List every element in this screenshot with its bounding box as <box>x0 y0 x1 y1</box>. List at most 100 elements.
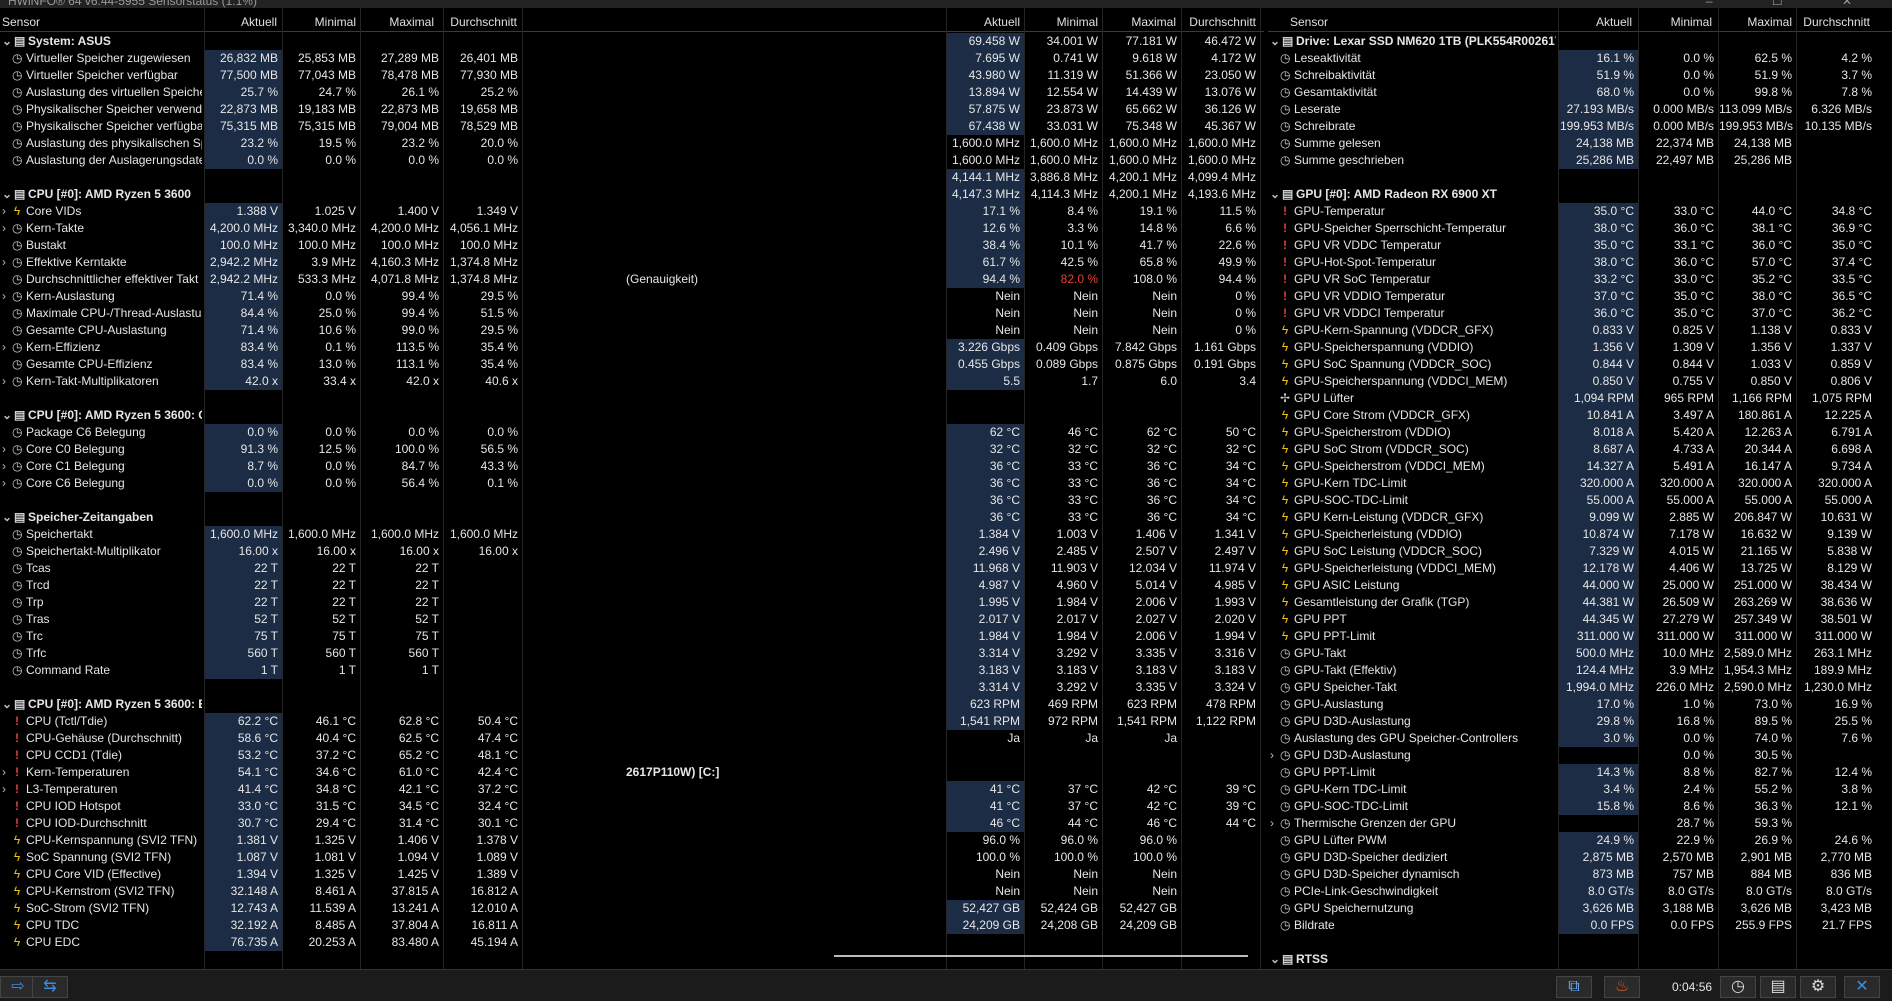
sensor-row[interactable]: ◷ Gesamte CPU-Effizienz 83.4 % 13.0 % 113.1 … <box>0 356 626 373</box>
col-max[interactable]: Maximal <box>1720 15 1792 29</box>
sensor-row[interactable]: 61.7 % 42.5 % 65.8 % 49.9 % <box>626 254 1264 271</box>
collapse-icon[interactable]: ⌄ <box>2 186 14 203</box>
sensor-group-header[interactable]: ⌄▤CPU [#0]: AMD Ryzen 5 3600: Enhanced <box>0 696 626 713</box>
sensor-row[interactable]: 38.4 % 10.1 % 41.7 % 22.6 % <box>626 237 1264 254</box>
col-current[interactable]: Aktuell <box>205 15 277 29</box>
sensor-row[interactable]: ◷ Package C6 Belegung 0.0 % 0.0 % 0.0 % 0.0 % <box>0 424 626 441</box>
collapse-icon[interactable]: ⌄ <box>1270 951 1282 968</box>
settings-gear-icon[interactable]: ⚙ <box>1800 976 1836 998</box>
sensor-row[interactable]: ◷ Tras 52 T 52 T 52 T <box>0 611 626 628</box>
sensor-row[interactable]: ◷ Durchschnittlicher effektiver Takt 2,942… <box>0 271 626 288</box>
sensor-row[interactable]: › ◷ Kern-Auslastung 71.4 % 0.0 % 99.4 % 29.5 % <box>0 288 626 305</box>
sensor-row[interactable]: ◷ GPU Speichernutzung 3,626 MB 3,188 MB 3,62… <box>1268 900 1892 917</box>
collapse-icon[interactable]: ⌄ <box>1270 186 1282 203</box>
sensor-row[interactable]: 36 °C 33 °C 36 °C 34 °C <box>626 458 1264 475</box>
sensor-row[interactable]: ! GPU-Temperatur 35.0 °C 33.0 °C 44.0 °C 34.8… <box>1268 203 1892 220</box>
sensor-row[interactable]: Nein Nein Nein <box>626 883 1264 900</box>
sensor-group-header[interactable]: ⌄ ▤ RTSS <box>1268 951 1892 968</box>
col-current[interactable]: Aktuell <box>1560 15 1632 29</box>
sensor-row[interactable]: › ◷ Kern-Takt-Multiplikatoren 42.0 x 33.4 x4… <box>0 373 626 390</box>
sensor-row[interactable]: ◷ Physikalischer Speicher verfügbar 75,315… <box>0 118 626 135</box>
sensor-row[interactable]: 32 °C 32 °C 32 °C 32 °C <box>626 441 1264 458</box>
sensor-row[interactable]: ϟ GPU PPT 44.345 W 27.279 W 257.349 W 38.501 … <box>1268 611 1892 628</box>
sensor-row[interactable]: › ◷ Core C1 Belegung 8.7 % 0.0 % 84.7 % 43.3 % <box>0 458 626 475</box>
sensor-row[interactable]: 1.984 V 1.984 V 2.006 V 1.994 V <box>626 628 1264 645</box>
sensor-row[interactable]: ϟ GPU-Kern TDC-Limit 320.000 A 320.000 A 320… <box>1268 475 1892 492</box>
sensor-group-header[interactable]: ⌄ ▤ GPU [#0]: AMD Radeon RX 6900 XT <box>1268 186 1892 203</box>
sensor-row[interactable]: ◷ Summe geschrieben 25,286 MB 22,497 MB 25,2… <box>1268 152 1892 169</box>
sensor-row[interactable]: 96.0 % 96.0 % 96.0 % <box>626 832 1264 849</box>
sensor-row[interactable]: (Genauigkeit) 94.4 % 82.0 % 108.0 % 94.4 % <box>626 271 1264 288</box>
clock-icon[interactable]: ◷ <box>1720 976 1756 998</box>
expand-icon[interactable]: › <box>2 203 12 220</box>
sensor-row[interactable]: ϟ CPU TDC 32.192 A 8.485 A 37.804 A 16.811 A <box>0 917 626 934</box>
sensor-row[interactable]: ◷ Maximale CPU-/Thread-Auslastung 84.4 % 25… <box>0 305 626 322</box>
column-header[interactable]: Sensor Aktuell Minimal Maximal Durchschn… <box>0 14 626 32</box>
sensor-row[interactable]: › ◷ GPU D3D-Auslastung 0.0 % 30.5 % <box>1268 747 1892 764</box>
sensor-row[interactable]: ϟ CPU-Kernspannung (SVI2 TFN) 1.381 V 1.325… <box>0 832 626 849</box>
expand-icon[interactable]: › <box>2 441 12 458</box>
sensor-row[interactable]: ! GPU VR VDDC Temperatur 35.0 °C 33.1 °C 36.… <box>1268 237 1892 254</box>
sensor-row[interactable]: › ◷ Core C0 Belegung 91.3 % 12.5 % 100.0 % 56.… <box>0 441 626 458</box>
sensor-row[interactable]: 2.017 V 2.017 V 2.027 V 2.020 V <box>626 611 1264 628</box>
sensor-row[interactable]: ! CPU IOD-Durchschnitt 30.7 °C 29.4 °C 31.4 … <box>0 815 626 832</box>
sensor-row[interactable]: › ◷ Core C6 Belegung 0.0 % 0.0 % 56.4 % 0.1 % <box>0 475 626 492</box>
sensor-row[interactable]: ϟ GPU ASIC Leistung 44.000 W 25.000 W 251.00… <box>1268 577 1892 594</box>
sensor-row[interactable]: ◷ GPU Speicher-Takt 1,994.0 MHz 226.0 MHz 2,… <box>1268 679 1892 696</box>
sensor-row[interactable]: ◷ Gesamte CPU-Auslastung 71.4 % 10.6 % 99.0 … <box>0 322 626 339</box>
sensor-row[interactable]: › ◷ Effektive Kerntakte 2,942.2 MHz 3.9 MHz 4… <box>0 254 626 271</box>
sensor-row[interactable]: ›! L3-Temperaturen 41.4 °C 34.8 °C 42.1 °C 37… <box>0 781 626 798</box>
sensor-row[interactable]: ◷ Speichertakt-Multiplikator 16.00 x 16.00 … <box>0 543 626 560</box>
sensor-row[interactable]: 36 °C 33 °C 36 °C 34 °C <box>626 509 1264 526</box>
collapse-icon[interactable]: ⌄ <box>2 696 14 713</box>
sensor-row[interactable]: 1,541 RPM 972 RPM 1,541 RPM 1,122 RPM <box>626 713 1264 730</box>
sensor-row[interactable]: ◷ Auslastung der Auslagerungsdatei 0.0 % 0.… <box>0 152 626 169</box>
col-current[interactable]: Aktuell <box>948 15 1020 29</box>
sensor-row[interactable]: 7.695 W 0.741 W 9.618 W 4.172 W <box>626 50 1264 67</box>
col-sensor[interactable]: Sensor <box>2 15 40 29</box>
sensor-row[interactable]: 41 °C 37 °C 42 °C 39 °C <box>626 781 1264 798</box>
sensor-row[interactable]: 4.987 V 4.960 V 5.014 V 4.985 V <box>626 577 1264 594</box>
sensor-row[interactable]: 623 RPM 469 RPM 623 RPM 478 RPM <box>626 696 1264 713</box>
col-max[interactable]: Maximal <box>362 15 434 29</box>
expand-icon[interactable]: › <box>1270 747 1280 764</box>
sensor-row[interactable]: 3.314 V 3.292 V 3.335 V 3.316 V <box>626 645 1264 662</box>
expand-icon[interactable]: › <box>1270 815 1280 832</box>
sensor-row[interactable]: ! GPU VR VDDCI Temperatur 36.0 °C 35.0 °C 37… <box>1268 305 1892 322</box>
sensor-row[interactable]: ϟ GPU-Speicherleistung (VDDIO) 10.874 W 7.1… <box>1268 526 1892 543</box>
close-icon[interactable]: ✕ <box>1844 976 1880 998</box>
sensor-row[interactable]: 36 °C 33 °C 36 °C 34 °C <box>626 475 1264 492</box>
sensor-row[interactable]: 1,600.0 MHz 1,600.0 MHz 1,600.0 MHz 1,600.0… <box>626 135 1264 152</box>
sensor-row[interactable]: ϟ GPU SoC Leistung (VDDCR_SOC) 7.329 W 4.01… <box>1268 543 1892 560</box>
sensor-row[interactable]: ◷ Virtueller Speicher zugewiesen 26,832 MB… <box>0 50 626 67</box>
sensor-row[interactable]: ◷ GPU D3D-Auslastung 29.8 % 16.8 % 89.5 % 25.… <box>1268 713 1892 730</box>
expand-icon[interactable]: › <box>2 220 12 237</box>
sensor-row[interactable]: 4,147.3 MHz 4,114.3 MHz 4,200.1 MHz 4,193.6… <box>626 186 1264 203</box>
sensor-row[interactable]: 62 °C 46 °C 62 °C 50 °C <box>626 424 1264 441</box>
sensor-group-header[interactable]: ⌄▤CPU [#0]: AMD Ryzen 5 3600: C-State Be… <box>0 407 626 424</box>
sensor-row[interactable]: 2.496 V 2.485 V 2.507 V 2.497 V <box>626 543 1264 560</box>
expand-icon[interactable]: › <box>2 458 12 475</box>
sensor-row[interactable]: ◷ Auslastung des virtuellen Speichers 25.7… <box>0 84 626 101</box>
sensor-row[interactable]: ◷ GPU D3D-Speicher dediziert 2,875 MB 2,570… <box>1268 849 1892 866</box>
sensor-row[interactable]: ϟ GPU-SOC-TDC-Limit 55.000 A 55.000 A 55.000… <box>1268 492 1892 509</box>
sensor-row[interactable]: ϟ GPU-Kern-Spannung (VDDCR_GFX) 0.833 V 0.8… <box>1268 322 1892 339</box>
network-icon[interactable]: ⧉ <box>1556 976 1592 998</box>
col-avg[interactable]: Durchschnitt <box>1798 15 1870 29</box>
sensor-row[interactable]: ◷ Speichertakt 1,600.0 MHz 1,600.0 MHz 1,600… <box>0 526 626 543</box>
sensor-row[interactable]: ϟ GPU-Speicherspannung (VDDCI_MEM) 0.850 V… <box>1268 373 1892 390</box>
column-header[interactable]: Sensor Aktuell Minimal Maximal Durchschn… <box>1268 14 1892 32</box>
sensor-row[interactable]: 11.968 V 11.903 V 12.034 V 11.974 V <box>626 560 1264 577</box>
sensor-row[interactable]: ◷ Trp 22 T 22 T 22 T <box>0 594 626 611</box>
col-min[interactable]: Minimal <box>284 15 356 29</box>
expand-icon[interactable]: › <box>2 373 12 390</box>
expand-icon[interactable]: › <box>2 781 12 798</box>
expand-icon[interactable]: › <box>2 764 12 781</box>
sensor-row[interactable]: ϟ GPU PPT-Limit 311.000 W 311.000 W 311.000 … <box>1268 628 1892 645</box>
sensor-row[interactable]: ◷ Bildrate 0.0 FPS 0.0 FPS 255.9 FPS 21.7 FPS <box>1268 917 1892 934</box>
sensor-row[interactable]: ! GPU-Speicher Sperrschicht-Temperatur 38.… <box>1268 220 1892 237</box>
sensor-row[interactable]: ◷ Auslastung des physikalischen Sp... 23.2… <box>0 135 626 152</box>
sensor-row[interactable]: Nein Nein Nein <box>626 866 1264 883</box>
sensor-row[interactable]: ϟ GPU-Speicherstrom (VDDCI_MEM) 14.327 A 5.… <box>1268 458 1892 475</box>
window-controls[interactable]: – ☐ ✕ <box>1706 0 1880 8</box>
